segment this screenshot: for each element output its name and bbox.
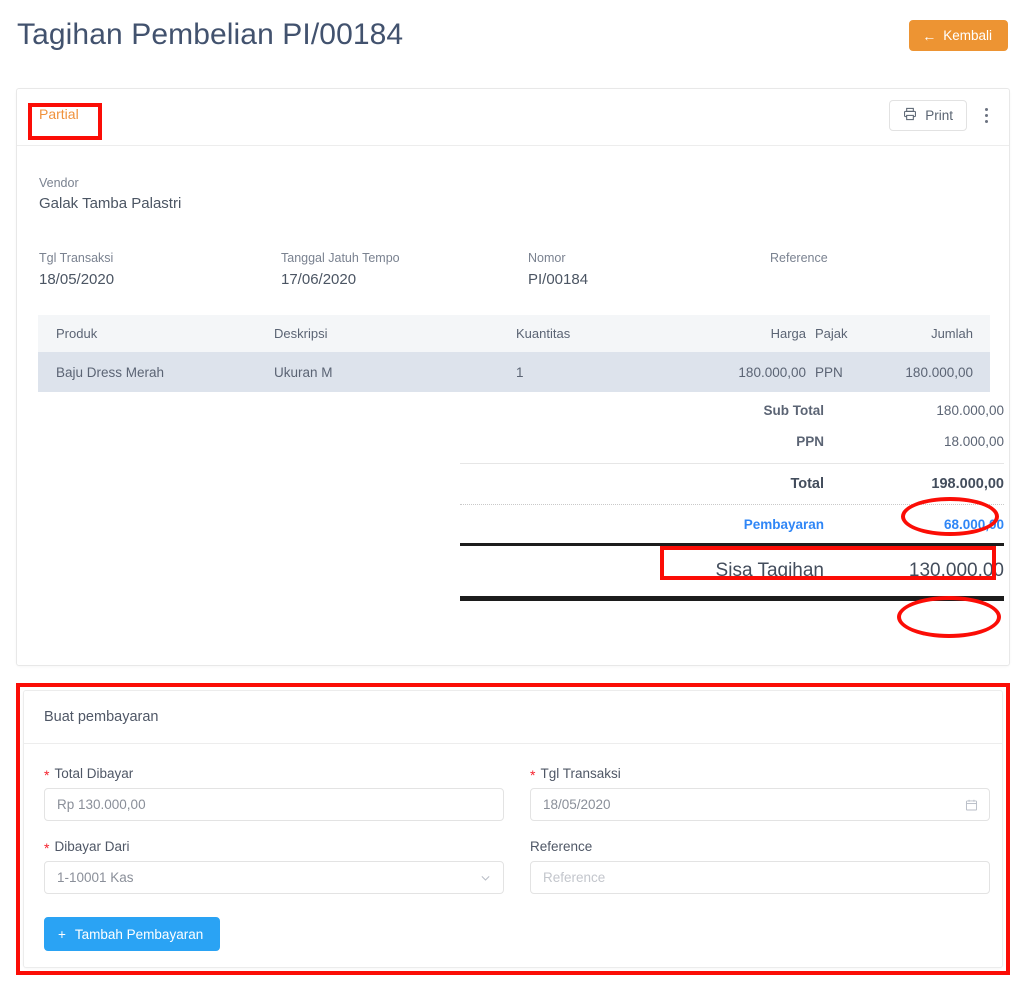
column-header-kuantitas: Kuantitas (516, 326, 701, 341)
tgl-transaksi-field: * Tgl Transaksi 18/05/2020 (530, 766, 990, 821)
dibayar-dari-field: * Dibayar Dari 1-10001 Kas (44, 839, 504, 894)
ppn-value: 18.000,00 (824, 434, 1004, 449)
column-header-deskripsi: Deskripsi (274, 326, 516, 341)
pembayaran-value[interactable]: 68.000,00 (824, 517, 1004, 532)
total-value: 198.000,00 (824, 476, 1004, 492)
back-button-label: Kembali (943, 21, 992, 50)
column-header-jumlah: Jumlah (896, 326, 990, 341)
pembayaran-row[interactable]: Pembayaran 68.000,00 (460, 505, 1004, 543)
tgl-transaksi-input[interactable]: 18/05/2020 (530, 788, 990, 821)
plus-icon: + (58, 927, 66, 942)
total-dibayar-label: Total Dibayar (54, 766, 133, 781)
column-header-pajak: Pajak (806, 326, 896, 341)
reference-placeholder: Reference (543, 870, 605, 885)
cell-jumlah: 180.000,00 (896, 365, 990, 380)
jatuh-tempo-value: 17/06/2020 (281, 271, 356, 288)
total-label: Total (790, 476, 824, 492)
payment-form-heading: Buat pembayaran (24, 691, 1002, 744)
dibayar-dari-label-wrap: * Dibayar Dari (44, 839, 504, 854)
reference-label: Reference (530, 839, 592, 854)
subtotal-value: 180.000,00 (824, 403, 1004, 418)
tgl-transaksi-label: Tgl Transaksi (39, 251, 113, 265)
table-row: Baju Dress Merah Ukuran M 1 180.000,00 P… (38, 352, 990, 392)
reference-field: Reference Reference (530, 839, 990, 894)
invoice-card: Partial Print Vendor Galak T (16, 88, 1010, 666)
page-title: Tagihan Pembelian PI/00184 (17, 18, 403, 52)
total-dibayar-value: Rp 130.000,00 (57, 797, 146, 812)
print-button[interactable]: Print (889, 100, 967, 131)
dibayar-dari-value: 1-10001 Kas (57, 870, 134, 885)
dibayar-dari-select[interactable]: 1-10001 Kas (44, 861, 504, 894)
cell-pajak: PPN (806, 365, 896, 380)
ppn-row: PPN 18.000,00 (460, 426, 1004, 457)
nomor-label: Nomor (528, 251, 566, 265)
total-dibayar-label-wrap: * Total Dibayar (44, 766, 504, 781)
printer-icon (903, 107, 917, 124)
tgl-transaksi-label-wrap: * Tgl Transaksi (530, 766, 990, 781)
total-dibayar-field: * Total Dibayar Rp 130.000,00 (44, 766, 504, 821)
column-header-harga: Harga (701, 326, 806, 341)
print-button-label: Print (925, 108, 953, 123)
nomor-value: PI/00184 (528, 271, 588, 288)
kebab-menu-icon[interactable] (977, 103, 995, 129)
ppn-label: PPN (796, 434, 824, 449)
reference-label: Reference (770, 251, 828, 265)
cell-produk: Baju Dress Merah (38, 365, 274, 380)
tgl-transaksi-value: 18/05/2020 (543, 797, 611, 812)
arrow-left-icon: ← (922, 29, 936, 43)
payment-form-body: * Total Dibayar Rp 130.000,00 * Tgl Tran… (24, 744, 1002, 768)
required-asterisk-icon: * (530, 768, 535, 782)
cell-harga: 180.000,00 (701, 365, 806, 380)
table-header-row: Produk Deskripsi Kuantitas Harga Pajak J… (38, 315, 990, 352)
totals-section: Sub Total 180.000,00 PPN 18.000,00 Total… (460, 395, 1004, 601)
dibayar-dari-label: Dibayar Dari (54, 839, 129, 854)
chevron-down-icon[interactable] (479, 871, 492, 884)
vendor-value: Galak Tamba Palastri (39, 195, 181, 212)
invoice-card-actions: Print (889, 100, 995, 131)
page-header: Tagihan Pembelian PI/00184 ← Kembali (0, 0, 1024, 88)
status-badge: Partial (39, 106, 79, 122)
jatuh-tempo-label: Tanggal Jatuh Tempo (281, 251, 400, 265)
column-header-produk: Produk (38, 326, 274, 341)
invoice-card-header: Partial Print (17, 89, 1009, 146)
invoice-detail-page: Tagihan Pembelian PI/00184 ← Kembali Par… (0, 0, 1024, 992)
back-button[interactable]: ← Kembali (909, 20, 1008, 51)
sisa-tagihan-label: Sisa Tagihan (716, 560, 824, 582)
tgl-transaksi-label: Tgl Transaksi (540, 766, 620, 781)
total-row: Total 198.000,00 (460, 464, 1004, 504)
totals-double-rule-bottom (460, 596, 1004, 601)
payment-form-card: Buat pembayaran * Total Dibayar Rp 130.0… (23, 690, 1003, 968)
required-asterisk-icon: * (44, 768, 49, 782)
reference-label-wrap: Reference (530, 839, 990, 854)
sisa-tagihan-value: 130.000,00 (824, 560, 1004, 582)
total-dibayar-input[interactable]: Rp 130.000,00 (44, 788, 504, 821)
subtotal-row: Sub Total 180.000,00 (460, 395, 1004, 426)
pembayaran-label[interactable]: Pembayaran (744, 517, 824, 532)
add-payment-label: Tambah Pembayaran (75, 927, 203, 942)
line-items-table: Produk Deskripsi Kuantitas Harga Pajak J… (38, 315, 990, 392)
reference-input[interactable]: Reference (530, 861, 990, 894)
cell-deskripsi: Ukuran M (274, 365, 516, 380)
subtotal-label: Sub Total (764, 403, 825, 418)
sisa-tagihan-row: Sisa Tagihan 130.000,00 (460, 546, 1004, 596)
vendor-label: Vendor (39, 176, 79, 190)
required-asterisk-icon: * (44, 841, 49, 855)
add-payment-button[interactable]: + Tambah Pembayaran (44, 917, 220, 951)
tgl-transaksi-value: 18/05/2020 (39, 271, 114, 288)
cell-kuantitas: 1 (516, 365, 701, 380)
calendar-icon[interactable] (965, 798, 978, 811)
